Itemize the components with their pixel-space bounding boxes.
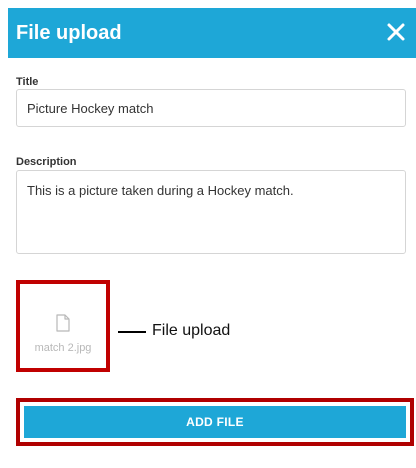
title-input[interactable] [16, 89, 406, 127]
file-icon [56, 314, 70, 337]
callout-label: File upload [152, 322, 231, 339]
add-file-button[interactable]: ADD FILE [24, 406, 406, 438]
title-label: Title [16, 76, 39, 88]
dialog-header: File upload [8, 8, 416, 58]
callout-line [118, 331, 146, 333]
add-file-highlight: ADD FILE [16, 398, 414, 446]
file-name: match 2.jpg [34, 342, 92, 354]
close-icon[interactable] [382, 18, 410, 46]
file-thumbnail[interactable]: match 2.jpg [16, 280, 110, 372]
description-label: Description [16, 156, 77, 168]
dialog-title: File upload [16, 22, 122, 44]
description-textarea[interactable]: This is a picture taken during a Hockey … [16, 170, 406, 254]
